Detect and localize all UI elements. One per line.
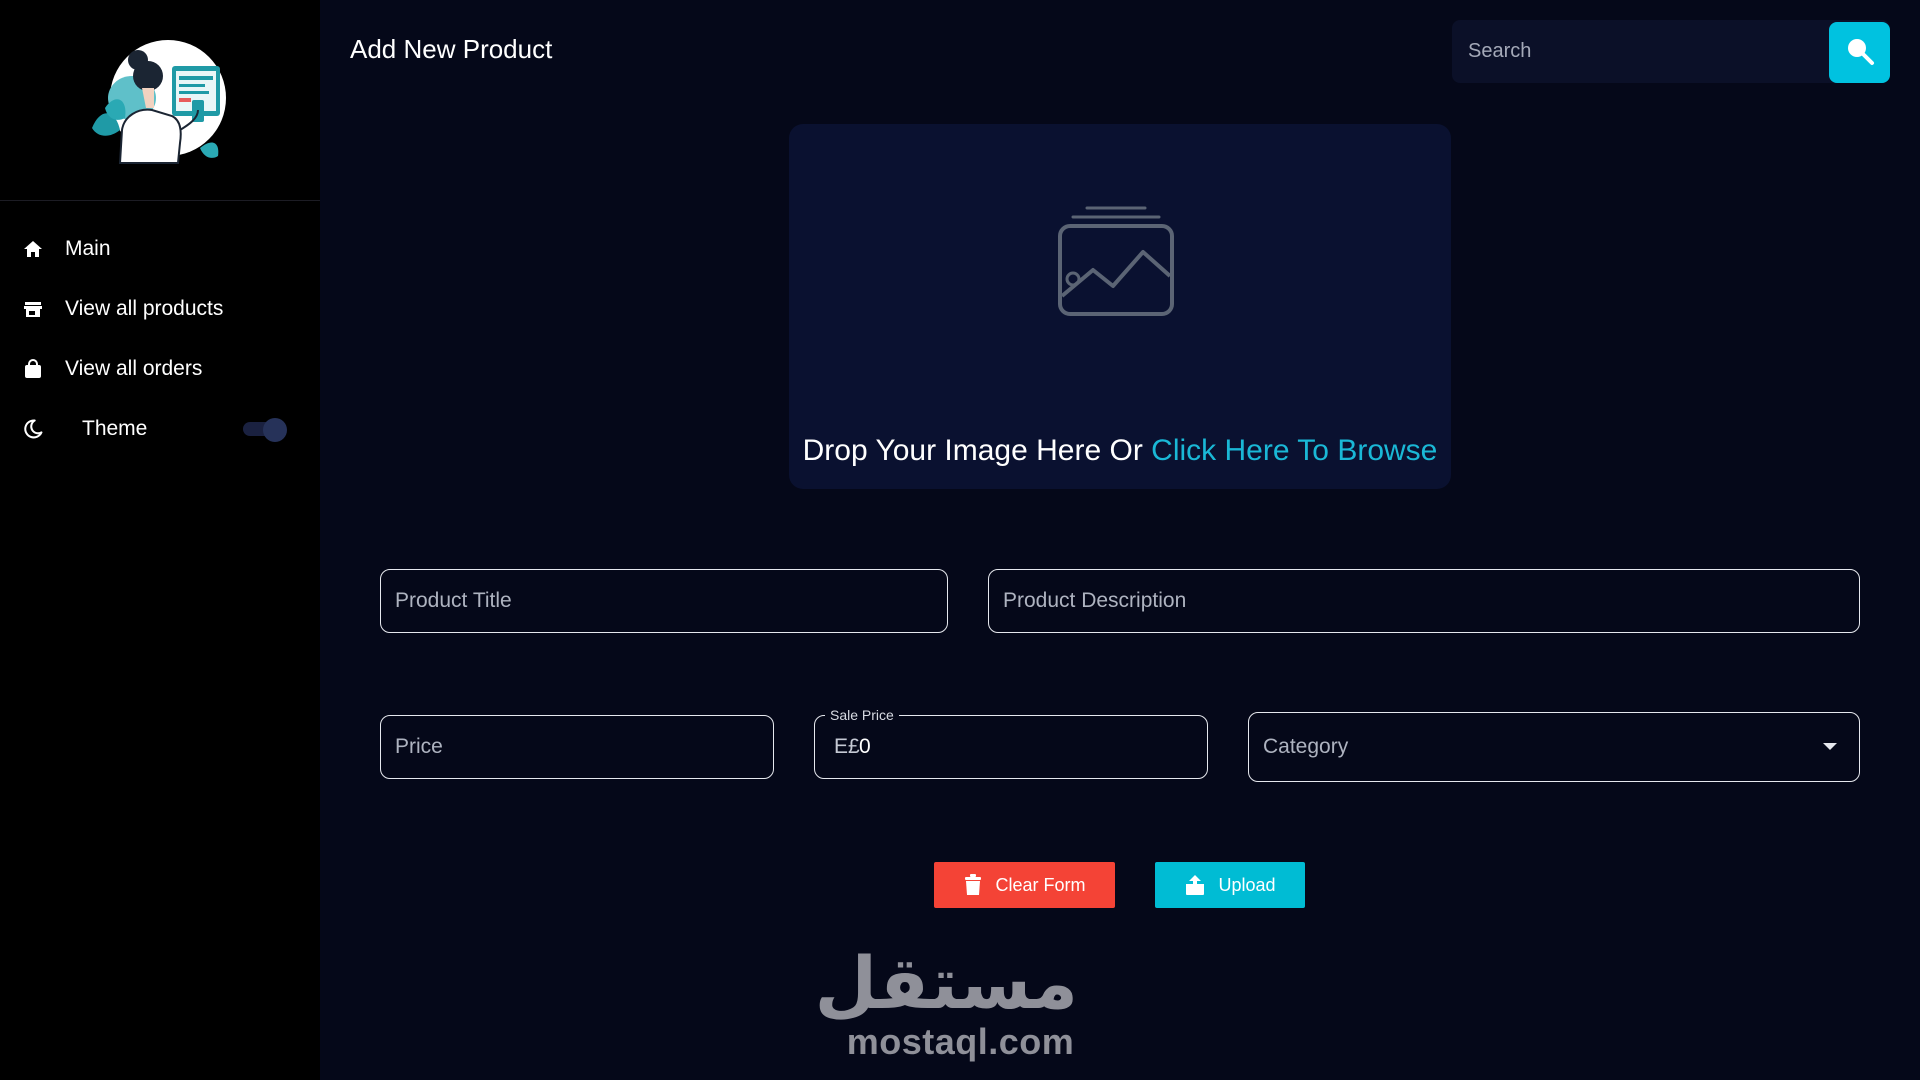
search-icon xyxy=(1845,36,1875,69)
sidebar-item-label: View all products xyxy=(65,297,224,320)
sidebar-nav: Main View all products View all orders T… xyxy=(0,219,320,459)
image-dropzone[interactable]: Drop Your Image Here Or Click Here To Br… xyxy=(789,124,1451,489)
sidebar-item-view-all-products[interactable]: View all products xyxy=(0,279,320,339)
home-icon xyxy=(22,238,44,260)
sidebar-item-theme[interactable]: Theme xyxy=(0,399,320,459)
theme-toggle-thumb xyxy=(263,418,287,442)
sidebar-logo xyxy=(0,0,320,201)
browse-link[interactable]: Click Here To Browse xyxy=(1151,434,1437,467)
clear-form-label: Clear Form xyxy=(995,874,1086,895)
dropzone-prompt-text: Drop Your Image Here Or xyxy=(802,434,1152,467)
search-box xyxy=(1452,20,1890,83)
dropzone-prompt: Drop Your Image Here Or Click Here To Br… xyxy=(789,434,1451,468)
clear-form-button[interactable]: Clear Form xyxy=(934,862,1115,908)
upload-label: Upload xyxy=(1218,874,1276,895)
search-input[interactable] xyxy=(1452,20,1812,83)
upload-button[interactable]: Upload xyxy=(1155,862,1305,908)
product-title-input[interactable] xyxy=(381,570,947,632)
category-select[interactable]: Category xyxy=(1248,712,1860,782)
store-icon xyxy=(22,298,44,320)
mostaql-watermark: مستقل mostaql.com xyxy=(814,941,1078,1062)
sale-price-input[interactable] xyxy=(815,716,1207,778)
category-placeholder: Category xyxy=(1263,735,1349,758)
theme-label: Theme xyxy=(82,417,148,440)
product-title-field xyxy=(380,569,948,633)
sale-price-field: Sale Price E£ xyxy=(814,706,1208,779)
theme-toggle[interactable] xyxy=(241,418,287,442)
image-placeholder-icon xyxy=(1057,204,1175,324)
price-input[interactable] xyxy=(381,716,773,778)
product-description-field xyxy=(988,569,1860,633)
watermark-arabic: مستقل xyxy=(814,941,1078,1025)
sidebar-item-view-all-orders[interactable]: View all orders xyxy=(0,339,320,399)
currency-prefix: E£ xyxy=(834,735,860,758)
sidebar: Main View all products View all orders T… xyxy=(0,0,320,1080)
sidebar-item-label: Main xyxy=(65,237,111,260)
watermark-latin: mostaql.com xyxy=(846,1021,1075,1062)
product-description-input[interactable] xyxy=(989,570,1859,632)
sidebar-item-main[interactable]: Main xyxy=(0,219,320,279)
search-button[interactable] xyxy=(1829,22,1890,83)
page-title: Add New Product xyxy=(350,34,553,64)
sidebar-item-label: View all orders xyxy=(65,357,203,380)
user-avatar-illustration xyxy=(92,40,226,164)
chevron-down-icon xyxy=(1823,743,1837,750)
price-field xyxy=(380,715,774,779)
shopping-bag-icon xyxy=(22,358,44,380)
moon-icon xyxy=(22,418,44,440)
upload-icon xyxy=(1184,874,1206,896)
trash-icon xyxy=(963,874,983,896)
